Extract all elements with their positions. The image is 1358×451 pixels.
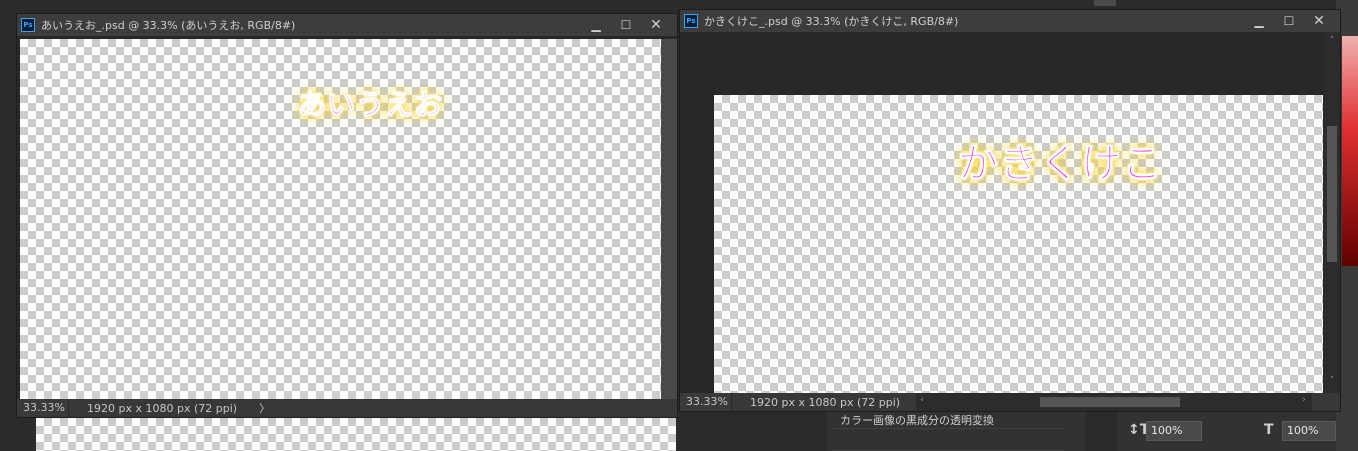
minimize-icon[interactable]: ▁ bbox=[1244, 10, 1274, 32]
window-1-title: あいうえお_.psd @ 33.3% (あいうえお, RGB/8#) bbox=[41, 19, 296, 32]
photoshop-document-icon: Ps bbox=[21, 18, 35, 32]
zoom-level[interactable]: 33.33% bbox=[680, 393, 732, 411]
layer-item[interactable]: カラー画像の黒成分の透明変換 bbox=[832, 412, 1064, 429]
window-1-titlebar[interactable]: Ps あいうえお_.psd @ 33.3% (あいうえお, RGB/8#) ▁ … bbox=[17, 14, 677, 36]
layers-panel: カラー画像の黒成分の透明変換 bbox=[826, 412, 1086, 451]
scroll-right-icon[interactable]: › bbox=[1298, 395, 1310, 405]
document-window-1[interactable]: Ps あいうえお_.psd @ 33.3% (あいうえお, RGB/8#) ▁ … bbox=[16, 13, 678, 418]
close-icon[interactable]: ✕ bbox=[641, 14, 671, 36]
maximize-icon[interactable]: ☐ bbox=[611, 14, 641, 36]
minimize-icon[interactable]: ▁ bbox=[581, 14, 611, 36]
horizontal-scale-field[interactable]: 100% bbox=[1282, 421, 1336, 441]
canvas-text-layer[interactable]: あいうえお bbox=[297, 83, 443, 123]
window-2-canvas[interactable]: かきくけこ bbox=[714, 95, 1323, 394]
scroll-left-icon[interactable]: ‹ bbox=[916, 395, 928, 405]
window-2-statusbar: 33.33% 1920 px x 1080 px (72 ppi) 〉 ‹ › bbox=[680, 393, 1340, 411]
top-right-tool-icon[interactable] bbox=[1094, 0, 1116, 6]
vertical-scale-field[interactable]: 100% bbox=[1146, 421, 1202, 441]
layer-item-label: カラー画像の黒成分の透明変換 bbox=[840, 414, 994, 427]
document-info: 1920 px x 1080 px (72 ppi) bbox=[87, 401, 238, 415]
zoom-level[interactable]: 33.33% bbox=[17, 399, 69, 417]
window-1-canvas[interactable]: あいうえお bbox=[20, 39, 661, 399]
window-2-title: かきくけこ_.psd @ 33.3% (かきくけこ, RGB/8#) bbox=[704, 15, 959, 28]
document-info: 1920 px x 1080 px (72 ppi) bbox=[750, 395, 901, 409]
window-1-statusbar: 33.33% 1920 px x 1080 px (72 ppi) 〉 bbox=[17, 399, 677, 417]
horizontal-scale-icon: T bbox=[1264, 422, 1274, 438]
character-panel: ↕T 100% T 100% bbox=[1118, 412, 1336, 451]
window-2-titlebar[interactable]: Ps かきくけこ_.psd @ 33.3% (かきくけこ, RGB/8#) ▁ … bbox=[680, 10, 1340, 32]
close-icon[interactable]: ✕ bbox=[1304, 10, 1334, 32]
layer-item-empty[interactable] bbox=[832, 430, 1064, 451]
vertical-scrollbar[interactable]: ˄ ˅ bbox=[1324, 32, 1340, 394]
horizontal-scroll-thumb[interactable] bbox=[1040, 397, 1180, 407]
vertical-scroll-thumb[interactable] bbox=[1327, 126, 1337, 262]
canvas-text-layer[interactable]: かきくけこ bbox=[958, 131, 1163, 189]
background-document-canvas bbox=[36, 418, 676, 451]
horizontal-scrollbar[interactable]: ‹ › bbox=[916, 393, 1312, 411]
status-menu-arrow-icon[interactable]: 〉 bbox=[237, 400, 270, 416]
maximize-icon[interactable]: ☐ bbox=[1274, 10, 1304, 32]
scroll-up-icon[interactable]: ˄ bbox=[1326, 36, 1338, 46]
scroll-down-icon[interactable]: ˅ bbox=[1326, 376, 1338, 386]
document-window-2[interactable]: Ps かきくけこ_.psd @ 33.3% (かきくけこ, RGB/8#) ▁ … bbox=[679, 9, 1341, 412]
window-1-right-gutter bbox=[661, 39, 677, 399]
color-ramp bbox=[1342, 36, 1358, 266]
photoshop-document-icon: Ps bbox=[684, 14, 698, 28]
